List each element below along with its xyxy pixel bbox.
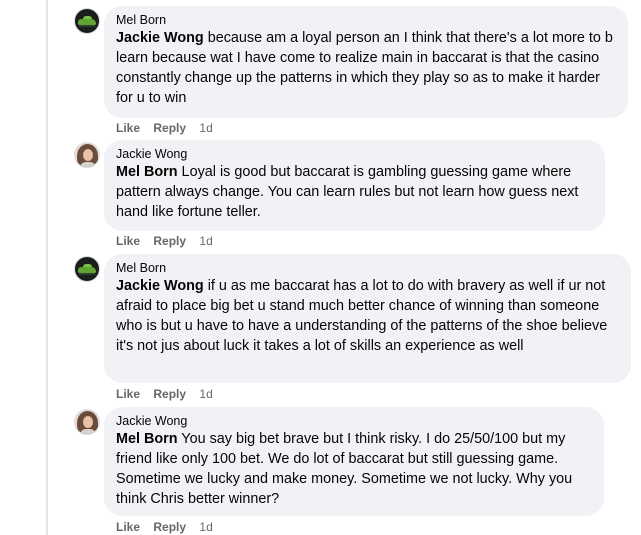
comment-author[interactable]: Jackie Wong: [116, 413, 592, 429]
comment-actions: Like Reply 1d: [116, 233, 223, 249]
mention-link[interactable]: Mel Born: [116, 431, 178, 447]
comment-author[interactable]: Mel Born: [116, 260, 619, 276]
comment-actions: Like Reply 1d: [116, 120, 223, 136]
avatar[interactable]: [74, 8, 100, 34]
like-button[interactable]: Like: [116, 520, 140, 534]
comment-author[interactable]: Mel Born: [116, 12, 616, 28]
comment-bubble: Jackie Wong Mel Born Loyal is good but b…: [104, 140, 605, 231]
avatar[interactable]: [74, 409, 100, 435]
comment-text: Mel Born Loyal is good but baccarat is g…: [116, 162, 593, 222]
mention-link[interactable]: Mel Born: [116, 164, 178, 180]
like-button[interactable]: Like: [116, 387, 140, 401]
comment-actions: Like Reply 1d: [116, 519, 223, 535]
comment-text: Mel Born You say big bet brave but I thi…: [116, 429, 592, 509]
timestamp[interactable]: 1d: [199, 520, 212, 534]
mention-link[interactable]: Jackie Wong: [116, 30, 204, 46]
comment-bubble: Mel Born Jackie Wong because am a loyal …: [104, 6, 628, 118]
mention-link[interactable]: Jackie Wong: [116, 278, 204, 294]
comment-text: Jackie Wong because am a loyal person an…: [116, 28, 616, 108]
timestamp[interactable]: 1d: [199, 234, 212, 248]
like-button[interactable]: Like: [116, 121, 140, 135]
timestamp[interactable]: 1d: [199, 121, 212, 135]
comment-body: You say big bet brave but I think risky.…: [116, 431, 573, 507]
comment-text: Jackie Wong if u as me baccarat has a lo…: [116, 276, 619, 356]
comment-actions: Like Reply 1d: [116, 386, 223, 402]
timestamp[interactable]: 1d: [199, 387, 212, 401]
avatar[interactable]: [74, 256, 100, 282]
reply-button[interactable]: Reply: [153, 234, 186, 248]
avatar[interactable]: [74, 142, 100, 168]
comment-bubble: Jackie Wong Mel Born You say big bet bra…: [104, 407, 604, 516]
thread-connector-line: [46, 0, 48, 535]
reply-button[interactable]: Reply: [153, 121, 186, 135]
like-button[interactable]: Like: [116, 234, 140, 248]
comment-author[interactable]: Jackie Wong: [116, 146, 593, 162]
comment-body: Loyal is good but baccarat is gambling g…: [116, 164, 579, 220]
comment-bubble: Mel Born Jackie Wong if u as me baccarat…: [104, 254, 631, 383]
previous-comment-actions-cutoff: [112, 0, 232, 2]
reply-button[interactable]: Reply: [153, 387, 186, 401]
reply-button[interactable]: Reply: [153, 520, 186, 534]
